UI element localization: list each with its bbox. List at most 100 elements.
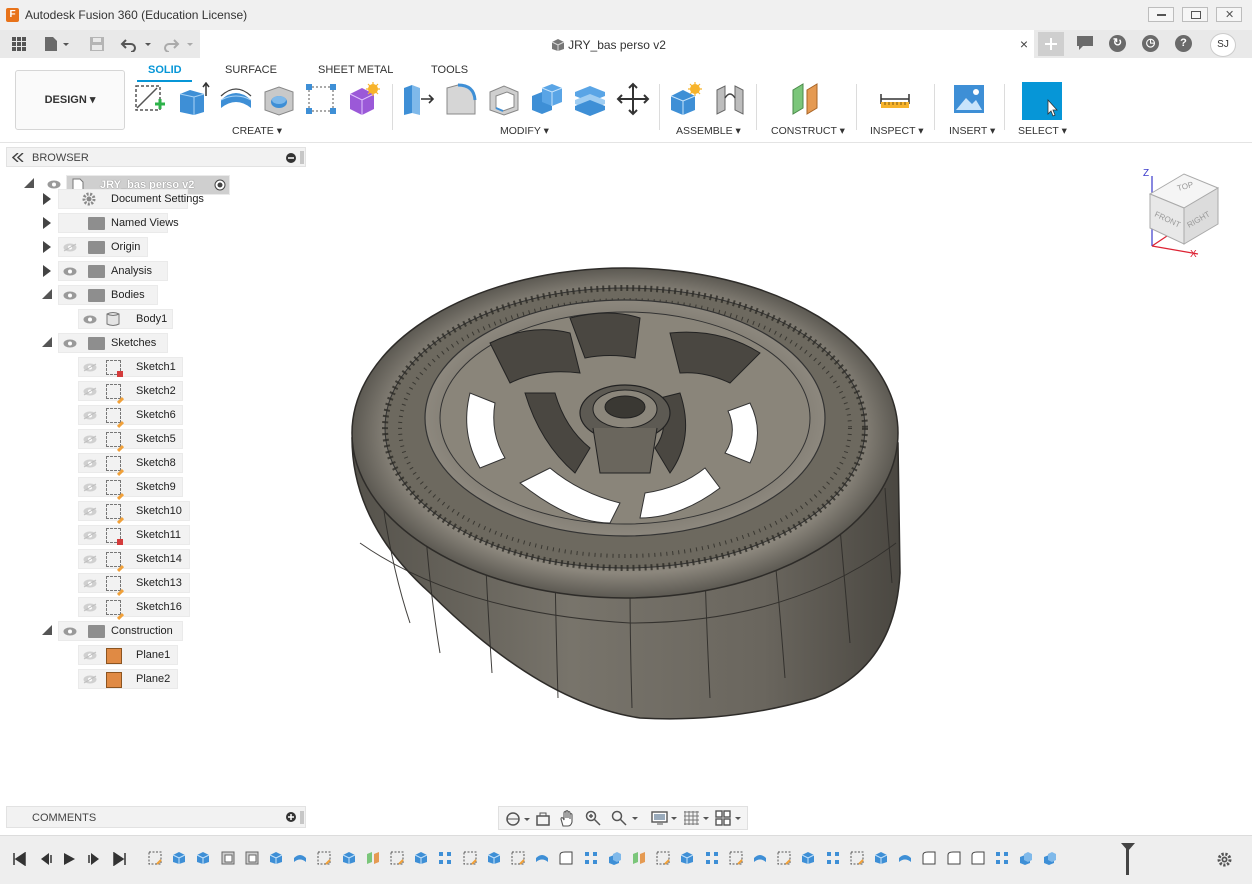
display-settings-icon[interactable]: [651, 810, 679, 826]
insert-menu[interactable]: INSERT ▾: [949, 125, 995, 137]
orbit-icon[interactable]: [505, 811, 531, 827]
expanded-triangle-icon[interactable]: [24, 178, 34, 188]
timeline-fillet-icon[interactable]: [559, 851, 573, 865]
add-comment-icon[interactable]: [286, 812, 296, 822]
collapsed-triangle-icon[interactable]: [43, 241, 51, 253]
look-at-icon[interactable]: [535, 811, 551, 827]
fit-zoom-icon[interactable]: [611, 810, 639, 826]
pin-panel-icon[interactable]: [300, 151, 304, 164]
timeline-marker[interactable]: [1126, 845, 1129, 875]
tree-node[interactable]: Sketch1: [78, 357, 278, 377]
hidden-eye-icon[interactable]: [83, 459, 97, 468]
create-menu[interactable]: CREATE ▾: [232, 125, 282, 137]
hidden-eye-icon[interactable]: [83, 411, 97, 420]
hidden-eye-icon[interactable]: [83, 675, 97, 684]
timeline-pattern-icon[interactable]: [826, 851, 840, 865]
tab-surface[interactable]: SURFACE: [225, 64, 277, 76]
tree-node[interactable]: Sketches: [40, 333, 240, 353]
hidden-eye-icon[interactable]: [83, 363, 97, 372]
inspect-menu[interactable]: INSPECT ▾: [870, 125, 924, 137]
construct-menu[interactable]: CONSTRUCT ▾: [771, 125, 845, 137]
new-component-icon[interactable]: [669, 82, 703, 116]
visibility-eye-icon[interactable]: [63, 339, 77, 348]
fillet-icon[interactable]: [444, 82, 478, 116]
extrude-icon[interactable]: [176, 82, 210, 116]
expanded-triangle-icon[interactable]: [42, 289, 52, 299]
timeline-split-icon[interactable]: [196, 851, 210, 865]
timeline-fillet-icon[interactable]: [922, 851, 936, 865]
go-to-start-icon[interactable]: [12, 852, 26, 866]
visibility-eye-icon[interactable]: [47, 180, 61, 189]
minimize-panel-icon[interactable]: [286, 153, 296, 163]
timeline-shell-icon[interactable]: [221, 851, 235, 865]
hidden-eye-icon[interactable]: [83, 579, 97, 588]
measure-icon[interactable]: [878, 82, 912, 116]
help-icon[interactable]: ?: [1175, 35, 1192, 52]
timeline-combine-icon[interactable]: [1019, 851, 1033, 865]
hidden-eye-icon[interactable]: [83, 483, 97, 492]
collapsed-triangle-icon[interactable]: [43, 265, 51, 277]
timeline-plane-icon[interactable]: [632, 851, 646, 865]
select-tool-icon[interactable]: [1022, 82, 1062, 120]
visibility-eye-icon[interactable]: [63, 627, 77, 636]
timeline-sketch-icon[interactable]: [729, 851, 743, 865]
collapse-panel-icon[interactable]: [12, 153, 24, 162]
pattern-icon[interactable]: [304, 82, 338, 116]
tree-node[interactable]: Sketch13: [78, 573, 278, 597]
timeline-sketch-icon[interactable]: [511, 851, 525, 865]
offset-plane-icon[interactable]: [789, 82, 823, 116]
insert-image-icon[interactable]: [952, 82, 986, 116]
tree-node[interactable]: Sketch14: [78, 549, 278, 573]
visibility-eye-icon[interactable]: [63, 267, 77, 276]
modify-menu[interactable]: MODIFY ▾: [500, 125, 549, 137]
assemble-menu[interactable]: ASSEMBLE ▾: [676, 125, 741, 137]
file-menu-icon[interactable]: [43, 36, 71, 52]
collapsed-triangle-icon[interactable]: [43, 193, 51, 205]
notifications-chat-icon[interactable]: [1076, 35, 1094, 51]
viewport-canvas[interactable]: [310, 143, 1250, 833]
timeline-pattern-icon[interactable]: [438, 851, 452, 865]
tree-node[interactable]: Sketch9: [78, 477, 278, 501]
timeline-extrude-icon[interactable]: [269, 851, 283, 865]
workspace-switcher[interactable]: DESIGN ▾: [15, 70, 125, 130]
new-tab-button[interactable]: [1038, 32, 1064, 56]
hidden-eye-icon[interactable]: [83, 651, 97, 660]
view-cube[interactable]: TOP FRONT RIGHT Z X: [1140, 164, 1230, 264]
close-tab-button[interactable]: ×: [1020, 36, 1028, 52]
press-pull-icon[interactable]: [401, 82, 435, 116]
tree-node[interactable]: Body1: [78, 309, 278, 329]
play-icon[interactable]: [62, 852, 76, 866]
close-window-button[interactable]: ✕: [1216, 7, 1242, 22]
select-menu[interactable]: SELECT ▾: [1018, 125, 1067, 137]
tree-node[interactable]: Sketch11: [78, 525, 278, 545]
timeline-sketch-icon[interactable]: [850, 851, 864, 865]
tab-tools[interactable]: TOOLS: [431, 64, 468, 76]
timeline-combine-icon[interactable]: [1043, 851, 1057, 865]
extensions-icon[interactable]: ↻: [1109, 35, 1126, 52]
timeline-sketch-icon[interactable]: [148, 851, 162, 865]
tree-node[interactable]: Named Views: [40, 213, 240, 233]
job-status-clock-icon[interactable]: ◷: [1142, 35, 1159, 52]
timeline-revolve-icon[interactable]: [293, 851, 307, 865]
hidden-eye-icon[interactable]: [83, 387, 97, 396]
hidden-eye-icon[interactable]: [83, 603, 97, 612]
tree-node[interactable]: Analysis: [40, 261, 240, 281]
tree-node[interactable]: Construction: [40, 621, 240, 641]
timeline-extrude-icon[interactable]: [342, 851, 356, 865]
zoom-icon[interactable]: [585, 810, 601, 826]
timeline-revolve-icon[interactable]: [535, 851, 549, 865]
joint-icon[interactable]: [713, 82, 747, 116]
tree-node[interactable]: Origin: [40, 237, 240, 257]
document-tab[interactable]: JRY_bas perso v2 ×: [200, 30, 1034, 60]
combine-icon[interactable]: [530, 82, 564, 116]
revolve-icon[interactable]: [219, 82, 253, 116]
tab-sheet-metal[interactable]: SHEET METAL: [318, 64, 393, 76]
save-icon[interactable]: [89, 36, 105, 52]
expanded-triangle-icon[interactable]: [42, 625, 52, 635]
expanded-triangle-icon[interactable]: [42, 337, 52, 347]
timeline-extrude-icon[interactable]: [680, 851, 694, 865]
timeline-revolve-icon[interactable]: [753, 851, 767, 865]
tree-node[interactable]: Sketch2: [78, 381, 278, 405]
timeline-sketch-icon[interactable]: [390, 851, 404, 865]
timeline-sketch-icon[interactable]: [317, 851, 332, 865]
